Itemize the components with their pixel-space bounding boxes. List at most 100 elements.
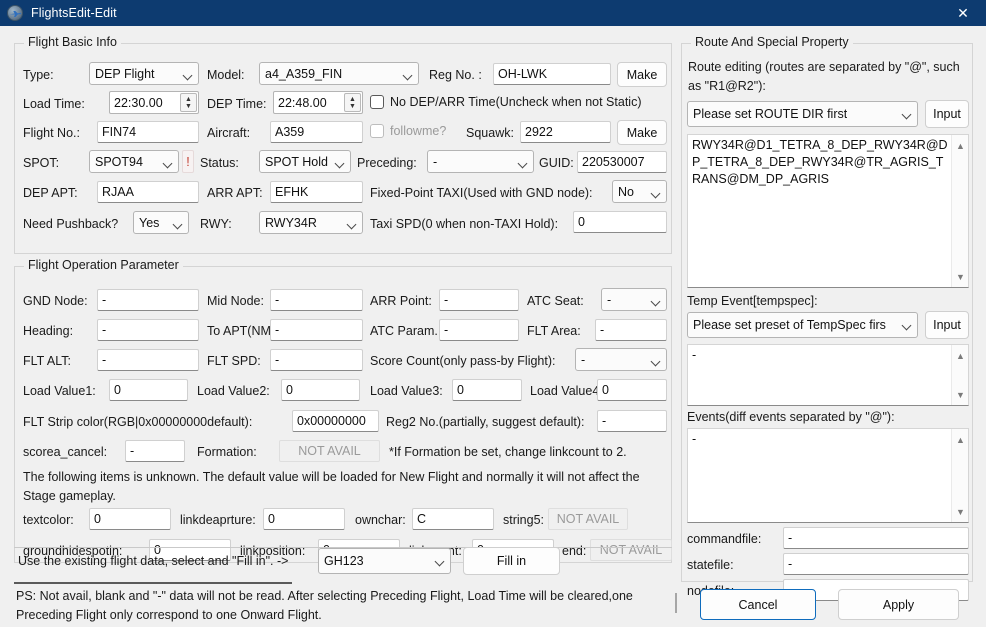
fltarea-input[interactable] bbox=[595, 319, 667, 341]
loadtime-stepper[interactable]: 22:30.00 ▲▼ bbox=[109, 91, 199, 114]
heading-input[interactable] bbox=[97, 319, 199, 341]
rwy-label: RWY: bbox=[200, 216, 232, 232]
guid-input[interactable] bbox=[577, 151, 667, 173]
reg2no-label: Reg2 No.(partially, suggest default): bbox=[386, 414, 584, 430]
linkdeaprture-input[interactable] bbox=[263, 508, 345, 530]
loadvalue3-input[interactable] bbox=[452, 379, 522, 401]
deptime-stepper-buttons[interactable]: ▲▼ bbox=[344, 93, 361, 112]
preceding-select[interactable]: - bbox=[427, 150, 534, 173]
string5-notavail: NOT AVAIL bbox=[548, 508, 628, 530]
route-input-button[interactable]: Input bbox=[925, 100, 969, 128]
depapt-input[interactable] bbox=[97, 181, 199, 203]
spot-select[interactable]: SPOT94 bbox=[89, 150, 179, 173]
fltalt-input[interactable] bbox=[97, 349, 199, 371]
gndnode-input[interactable] bbox=[97, 289, 199, 311]
scorecount-select[interactable]: - bbox=[575, 348, 667, 371]
tempspec-input-button[interactable]: Input bbox=[925, 311, 969, 339]
midnode-input[interactable] bbox=[270, 289, 363, 311]
globe-plane-icon bbox=[7, 5, 23, 21]
loadvalue3-label: Load Value3: bbox=[370, 383, 443, 399]
fillin-divider-bottom bbox=[14, 582, 292, 584]
apply-button[interactable]: Apply bbox=[838, 589, 959, 620]
deptime-value: 22:48.00 bbox=[278, 96, 327, 110]
fltarea-label: FLT Area: bbox=[527, 323, 581, 339]
deptime-label: DEP Time: bbox=[207, 96, 267, 112]
taxispd-input[interactable] bbox=[573, 211, 667, 233]
events-scrollbar[interactable]: ▲ ▼ bbox=[951, 429, 968, 522]
deptime-stepper[interactable]: 22:48.00 ▲▼ bbox=[273, 91, 363, 114]
type-select-value: DEP Flight bbox=[95, 67, 155, 81]
reg2no-input[interactable] bbox=[597, 410, 667, 432]
loadvalue1-label: Load Value1: bbox=[23, 383, 96, 399]
atcparam-input[interactable] bbox=[439, 319, 519, 341]
formation-note: *If Formation be set, change linkcount t… bbox=[389, 444, 627, 460]
panel-splitter[interactable] bbox=[675, 593, 677, 613]
atcseat-select-value: - bbox=[607, 293, 611, 307]
flight-basic-info-group: Flight Basic Info Type: DEP Flight Model… bbox=[14, 43, 672, 254]
atcseat-select[interactable]: - bbox=[601, 288, 667, 311]
tempspec-scrollbar[interactable]: ▲ ▼ bbox=[951, 345, 968, 405]
fill-in-button[interactable]: Fill in bbox=[463, 547, 560, 575]
scroll-down-icon[interactable]: ▼ bbox=[952, 503, 969, 520]
route-dir-select-value: Please set ROUTE DIR first bbox=[693, 107, 847, 121]
fltspd-input[interactable] bbox=[270, 349, 363, 371]
loadvalue4-input[interactable] bbox=[597, 379, 667, 401]
events-textarea[interactable]: - ▲ ▼ bbox=[687, 428, 969, 523]
arrpoint-label: ARR Point: bbox=[370, 293, 432, 309]
scroll-up-icon[interactable]: ▲ bbox=[952, 137, 969, 154]
scorea-cancel-input[interactable] bbox=[125, 440, 185, 462]
end-notavail: NOT AVAIL bbox=[590, 539, 672, 561]
existing-flight-select[interactable]: GH123 bbox=[318, 548, 451, 574]
spot-label: SPOT: bbox=[23, 155, 59, 171]
route-textarea[interactable]: RWY34R@D1_TETRA_8_DEP_RWY34R@DP_TETRA_8_… bbox=[687, 134, 969, 288]
followme-checkbox[interactable]: followme? bbox=[370, 124, 446, 138]
make-squawk-button[interactable]: Make bbox=[617, 120, 667, 145]
model-label: Model: bbox=[207, 67, 245, 83]
make-regno-button[interactable]: Make bbox=[617, 62, 667, 87]
pushback-select[interactable]: Yes bbox=[133, 211, 189, 234]
guid-label: GUID: bbox=[539, 155, 574, 171]
arrpoint-input[interactable] bbox=[439, 289, 519, 311]
loadtime-stepper-buttons[interactable]: ▲▼ bbox=[180, 93, 197, 112]
arrapt-input[interactable] bbox=[270, 181, 363, 203]
regno-input[interactable] bbox=[493, 63, 611, 85]
scroll-down-icon[interactable]: ▼ bbox=[952, 268, 969, 285]
close-icon[interactable]: ✕ bbox=[940, 0, 986, 26]
loadvalue2-input[interactable] bbox=[281, 379, 360, 401]
loadvalue1-input[interactable] bbox=[109, 379, 188, 401]
flight-basic-info-title: Flight Basic Info bbox=[24, 35, 121, 49]
model-select[interactable]: a4_A359_FIN bbox=[259, 62, 419, 85]
type-select[interactable]: DEP Flight bbox=[89, 62, 199, 85]
commandfile-input[interactable] bbox=[783, 527, 969, 549]
status-select[interactable]: SPOT Hold bbox=[259, 150, 351, 173]
rwy-select[interactable]: RWY34R bbox=[259, 211, 363, 234]
tempspec-preset-select[interactable]: Please set preset of TempSpec firs bbox=[687, 312, 918, 338]
followme-label: followme? bbox=[390, 124, 446, 138]
end-label: end: bbox=[562, 543, 586, 559]
route-scrollbar[interactable]: ▲ ▼ bbox=[951, 135, 968, 287]
tempspec-textarea-content: - bbox=[692, 347, 948, 364]
temp-event-label: Temp Event[tempspec]: bbox=[687, 293, 818, 309]
stripcolor-input[interactable] bbox=[292, 410, 379, 432]
aircraft-input[interactable] bbox=[270, 121, 363, 143]
no-dep-arr-time-checkbox[interactable]: No DEP/ARR Time(Uncheck when not Static) bbox=[370, 95, 641, 109]
scroll-up-icon[interactable]: ▲ bbox=[952, 431, 969, 448]
textcolor-input[interactable] bbox=[89, 508, 171, 530]
loadtime-label: Load Time: bbox=[23, 96, 85, 112]
squawk-input[interactable] bbox=[520, 121, 611, 143]
flightno-label: Flight No.: bbox=[23, 125, 80, 141]
unknown-items-note: The following items is unknown. The defa… bbox=[23, 468, 663, 506]
fltspd-label: FLT SPD: bbox=[207, 353, 261, 369]
flightno-input[interactable] bbox=[97, 121, 199, 143]
scroll-down-icon[interactable]: ▼ bbox=[952, 386, 969, 403]
statefile-input[interactable] bbox=[783, 553, 969, 575]
string5-label: string5: bbox=[503, 512, 544, 528]
tempspec-textarea[interactable]: - ▲ ▼ bbox=[687, 344, 969, 406]
toapt-input[interactable] bbox=[270, 319, 363, 341]
route-dir-select[interactable]: Please set ROUTE DIR first bbox=[687, 101, 918, 127]
ownchar-input[interactable] bbox=[412, 508, 494, 530]
fixedtaxi-select[interactable]: No bbox=[612, 180, 667, 203]
pushback-select-value: Yes bbox=[139, 216, 159, 230]
cancel-button[interactable]: Cancel bbox=[700, 589, 816, 620]
scroll-up-icon[interactable]: ▲ bbox=[952, 347, 969, 364]
